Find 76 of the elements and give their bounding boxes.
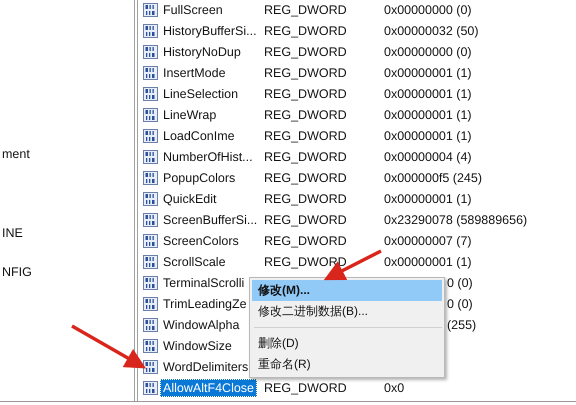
value-name[interactable]: ScreenBufferSi... [160,210,260,228]
menu-item[interactable]: 重命名(R) [252,354,442,375]
value-name[interactable]: QuickEdit [160,190,220,208]
binary-value-icon [143,44,158,58]
value-data: 0x00000007 (7) [384,234,472,248]
value-type: REG_DWORD [264,234,347,248]
binary-value-icon [143,66,158,80]
value-type: REG_DWORD [264,2,347,16]
value-name[interactable]: FullScreen [160,0,226,18]
value-data: 0x00000001 (1) [384,108,472,122]
value-data: 0x0 [384,380,404,394]
value-data: 0x23290078 (589889656) [384,212,528,226]
value-name[interactable]: NumberOfHist... [160,148,256,166]
binary-value-icon [143,234,158,248]
binary-value-icon [143,128,158,142]
value-name[interactable]: WindowAlpha [160,316,242,334]
value-name[interactable]: WindowSize [160,336,235,354]
value-data: 0x00000000 (0) [384,2,472,16]
binary-value-icon [143,108,158,122]
binary-value-icon [143,150,158,164]
value-type: REG_DWORD [264,192,347,206]
binary-value-icon [143,86,158,100]
value-type: REG_DWORD [264,108,347,122]
value-data: 0x00000001 (1) [384,192,472,206]
value-data: 0x00000000 (0) [384,44,472,58]
value-type: REG_DWORD [264,24,347,38]
value-type: REG_DWORD [264,44,347,58]
value-data: 0x00000032 (50) [384,24,479,38]
binary-value-icon [143,170,158,184]
value-type: REG_DWORD [264,170,347,184]
value-data: 0 (0) [446,276,473,290]
value-type: REG_DWORD [264,150,347,164]
binary-value-icon [143,338,158,352]
value-data: 0x00000001 (1) [384,254,472,268]
value-name[interactable]: InsertMode [160,64,229,82]
menu-item[interactable]: 修改(M)... [252,280,442,301]
binary-value-icon [143,2,158,16]
menu-item[interactable]: 修改二进制数据(B)... [252,301,442,322]
value-data: 0x00000001 (1) [384,66,472,80]
value-name[interactable]: ScrollScale [160,252,229,270]
value-name[interactable]: WordDelimiters [160,358,252,376]
menu-item[interactable]: 删除(D) [252,333,442,354]
binary-value-icon [143,276,158,290]
value-name[interactable]: HistoryBufferSi... [160,22,260,40]
binary-value-icon [143,192,158,206]
value-type: REG_DWORD [264,212,347,226]
tree-item[interactable]: ment [2,145,134,163]
value-data: 0x000000f5 (245) [384,170,482,184]
tree-item[interactable]: NFIG [2,263,134,281]
binary-value-icon [143,212,158,226]
binary-value-icon [143,254,158,268]
value-type: REG_DWORD [264,128,347,142]
binary-value-icon [143,360,158,374]
value-type: REG_DWORD [264,380,347,394]
value-name[interactable]: LineWrap [160,106,220,124]
binary-value-icon [143,318,158,332]
value-type: REG_DWORD [264,254,347,268]
value-name[interactable]: LoadConIme [160,126,238,144]
value-data: 0x00000004 (4) [384,150,472,164]
binary-value-icon [143,296,158,310]
binary-value-icon [143,24,158,38]
value-type: REG_DWORD [264,86,347,100]
value-name[interactable]: ScreenColors [160,232,242,250]
value-name[interactable]: TerminalScrolli [160,274,248,292]
value-name[interactable]: AllowAltF4Close [160,378,258,396]
value-name[interactable]: TrimLeadingZe [160,294,250,312]
value-name[interactable]: PopupColors [160,168,238,186]
value-type: REG_DWORD [264,66,347,80]
value-data: 0x00000001 (1) [384,128,472,142]
value-data: (255) [446,318,476,332]
value-name[interactable]: HistoryNoDup [160,42,244,60]
binary-value-icon [143,380,158,394]
value-data: 0 (0) [446,296,473,310]
value-data: 0x00000001 (1) [384,86,472,100]
tree-item[interactable]: INE [2,224,134,242]
value-name[interactable]: LineSelection [160,84,242,102]
